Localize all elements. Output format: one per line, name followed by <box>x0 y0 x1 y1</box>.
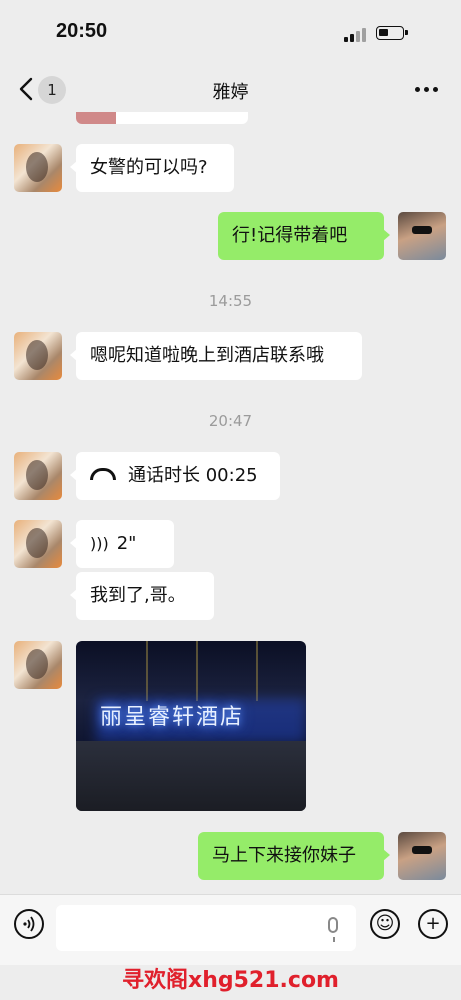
microphone-icon[interactable] <box>328 917 338 942</box>
hotel-sign-text: 丽呈睿轩酒店 <box>100 705 245 730</box>
emoji-icon[interactable]: ☺ <box>370 909 400 939</box>
status-bar: 20:50 <box>0 0 461 66</box>
message-timestamp: 14:55 <box>208 292 253 310</box>
contact-avatar[interactable] <box>14 641 62 689</box>
message-timestamp: 20:47 <box>208 412 253 430</box>
incoming-message[interactable]: 嗯呢知道啦晚上到酒店联系哦 <box>70 332 362 380</box>
message-input[interactable] <box>56 905 356 951</box>
call-duration-text: 通话时长 00:25 <box>128 465 258 486</box>
contact-avatar[interactable] <box>14 144 62 192</box>
outgoing-message[interactable]: 行!记得带着吧 <box>218 212 390 260</box>
voice-message[interactable]: ))) 2" <box>70 520 174 568</box>
hotel-photo-message[interactable]: 丽呈睿轩酒店 <box>76 641 306 811</box>
my-avatar[interactable] <box>398 832 446 880</box>
plus-icon[interactable]: + <box>418 909 448 939</box>
phone-call-icon <box>90 468 116 480</box>
watermark-text: 寻欢阁xhg521.com <box>122 968 339 993</box>
previous-image-message[interactable] <box>76 112 248 124</box>
more-options-icon[interactable] <box>415 79 441 99</box>
status-time: 20:50 <box>56 20 108 42</box>
input-bar: ☺ + <box>0 894 461 965</box>
voice-call-message[interactable]: 通话时长 00:25 <box>70 452 280 500</box>
contact-avatar[interactable] <box>14 452 62 500</box>
outgoing-message[interactable]: 马上下来接你妹子 <box>198 832 390 880</box>
unread-count-badge[interactable]: 1 <box>38 76 66 104</box>
chat-title: 雅婷 <box>212 82 249 103</box>
message-list[interactable]: 女警的可以吗? 行!记得带着吧 14:55 嗯呢知道啦晚上到酒店联系哦 20:4… <box>0 112 461 894</box>
signal-icon <box>344 28 368 42</box>
contact-avatar[interactable] <box>14 332 62 380</box>
contact-avatar[interactable] <box>14 520 62 568</box>
voice-duration-text: 2" <box>116 533 137 554</box>
voice-wave-icon: ))) <box>90 534 109 553</box>
battery-icon <box>376 26 408 40</box>
voice-input-toggle-icon[interactable] <box>14 909 44 939</box>
my-avatar[interactable] <box>398 212 446 260</box>
chat-header: 雅婷 <box>0 66 461 112</box>
incoming-message[interactable]: 我到了,哥。 <box>70 572 214 620</box>
incoming-message[interactable]: 女警的可以吗? <box>70 144 234 192</box>
